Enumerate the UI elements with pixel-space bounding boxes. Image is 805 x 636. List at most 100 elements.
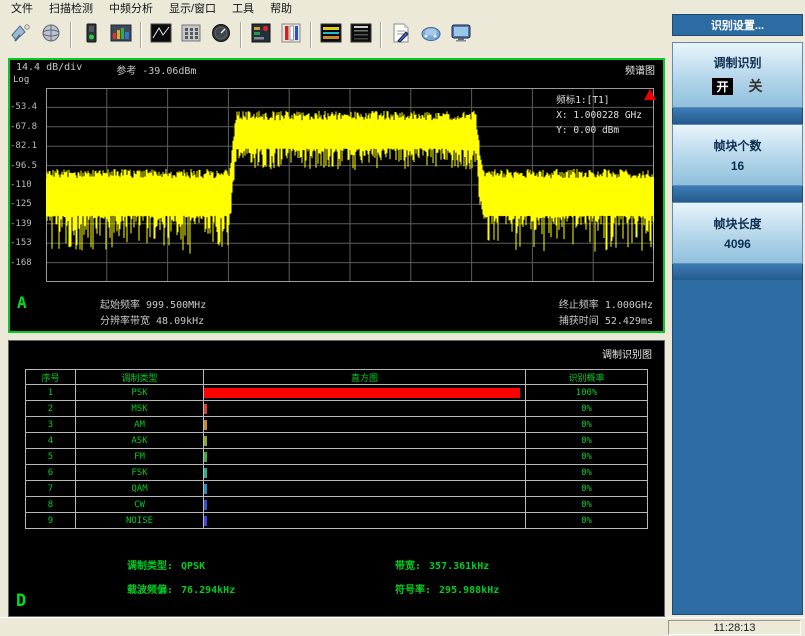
y-tick-label: -96.5 (10, 161, 42, 171)
toolbar-button-waveform[interactable] (146, 20, 176, 50)
modulation-type: MSK (76, 401, 204, 417)
y-axis-labels: -53.4-67.8-82.1-96.5-110-125-139-153-168 (10, 88, 44, 282)
sidebar-button-value: 16 (731, 159, 744, 173)
y-tick-label: -53.4 (10, 102, 42, 112)
table-row: 9 NOISE 0% (26, 513, 648, 529)
trace-a-badge: A (17, 293, 27, 312)
menu-item-3[interactable]: 显示/窗口 (162, 0, 223, 16)
level-bars-icon (280, 23, 302, 48)
row-index: 3 (26, 417, 76, 433)
probability-value: 0% (526, 465, 648, 481)
menu-item-1[interactable]: 扫描检测 (42, 0, 100, 16)
marker-label: 频标1:[T1] (556, 93, 642, 108)
log-scale-label: Log (13, 75, 29, 85)
toolbar-button-spectrum-display[interactable] (106, 20, 136, 50)
histogram-bar (204, 436, 207, 446)
toolbar-separator (140, 22, 142, 48)
histogram-cell (204, 449, 526, 465)
menu-item-2[interactable]: 中频分析 (102, 0, 160, 16)
stop-frequency-label: 终止频率 1.000GHz (559, 296, 653, 311)
summary-item: 符号率: 295.988kHz (395, 581, 645, 596)
toolbar-button-report[interactable] (386, 20, 416, 50)
statusbar: 11:28:13 (0, 617, 805, 636)
toolbar-button-level-bars[interactable] (276, 20, 306, 50)
modulation-table: 序号调制类型直方图识别概率 1 PSK 100% 2 MSK 0% 3 AM 0… (25, 369, 648, 529)
table-row: 3 AM 0% (26, 417, 648, 433)
probability-value: 100% (526, 385, 648, 401)
toolbar-button-gauge[interactable] (206, 20, 236, 50)
summary-value: 357.361kHz (429, 561, 489, 572)
toolbar-button-satellite[interactable] (6, 20, 36, 50)
toolbar-button-control-panel[interactable] (246, 20, 276, 50)
capture-time-label: 捕获时间 52.429ms (559, 312, 653, 327)
recognition-view-title: 调制识别图 (602, 346, 652, 361)
toolbar-button-network[interactable] (416, 20, 446, 50)
spectrum-panel: 14.4 dB/div 参考 -39.06dBm 频谱图 Log -53.4-6… (8, 58, 665, 333)
row-index: 8 (26, 497, 76, 513)
table-row: 2 MSK 0% (26, 401, 648, 417)
monitor-icon (450, 23, 472, 48)
histogram-bar (204, 516, 207, 526)
histogram-bar (204, 452, 207, 462)
marker-x-value: X: 1.000228 GHz (556, 108, 642, 123)
clock: 11:28:13 (668, 620, 801, 635)
sidebar-button-label: 帧块长度 (713, 215, 761, 232)
column-header: 直方图 (204, 370, 526, 385)
histogram-bar (204, 404, 207, 414)
histogram-bar (204, 484, 207, 494)
histogram-cell (204, 433, 526, 449)
probability-value: 0% (526, 513, 648, 529)
probability-value: 0% (526, 449, 648, 465)
histogram-bar (204, 420, 207, 430)
sidebar-title[interactable]: 识别设置... (672, 14, 803, 36)
summary-value: 295.988kHz (439, 585, 499, 596)
toggle-on-label: 开 (712, 78, 732, 95)
waveform-icon (150, 23, 172, 48)
summary-item: 载波频偏:76.294kHz (127, 581, 395, 596)
frequency-info-line: 起始频率 999.500MHz 终止频率 1.000GHz (100, 296, 653, 311)
toolbar-button-spectrogram[interactable] (316, 20, 346, 50)
toggle-state: 开 关 (712, 76, 762, 96)
histogram-bar (204, 468, 207, 478)
satellite-icon (10, 23, 32, 48)
modulation-recognition-toggle[interactable]: 调制识别 开 关 (672, 42, 803, 108)
spectrogram-icon (320, 23, 342, 48)
row-index: 5 (26, 449, 76, 465)
toolbar (0, 15, 672, 55)
toolbar-button-receiver[interactable] (76, 20, 106, 50)
trace-d-badge: D (16, 591, 26, 611)
rbw-label: 分辨率带宽 48.09kHz (100, 312, 204, 327)
scale-label: 14.4 dB/div (16, 62, 82, 76)
summary-label: 符号率: (395, 585, 431, 596)
y-tick-label: -153 (10, 238, 42, 248)
sidebar-button-label: 调制识别 (713, 54, 761, 71)
menu-item-4[interactable]: 工具 (225, 0, 261, 16)
column-header: 调制类型 (76, 370, 204, 385)
spectrum-view-title: 频谱图 (625, 62, 655, 76)
summary-item: 带宽:357.361kHz (395, 557, 645, 572)
histogram-cell (204, 513, 526, 529)
table-row: 1 PSK 100% (26, 385, 648, 401)
row-index: 1 (26, 385, 76, 401)
toolbar-button-waterfall[interactable] (346, 20, 376, 50)
summary-item: 调制类型:QPSK (127, 557, 395, 572)
reference-level-label: 参考 -39.06dBm (116, 62, 196, 76)
toolbar-button-keypad[interactable] (176, 20, 206, 50)
menu-item-5[interactable]: 帮助 (263, 0, 299, 16)
summary-label: 载波频偏: (127, 585, 173, 596)
toolbar-button-monitor[interactable] (446, 20, 476, 50)
spectrum-plot[interactable]: 频标1:[T1] X: 1.000228 GHz Y: 0.00 dBm (46, 88, 654, 282)
table-row: 5 FM 0% (26, 449, 648, 465)
toolbar-button-globe[interactable] (36, 20, 66, 50)
modulation-recognition-panel: 调制识别图 序号调制类型直方图识别概率 1 PSK 100% 2 MSK 0% … (8, 340, 665, 617)
frame-block-length-button[interactable]: 帧块长度4096 (672, 202, 803, 264)
menu-item-0[interactable]: 文件 (4, 0, 40, 16)
y-tick-label: -82.1 (10, 141, 42, 151)
toggle-off-label: 关 (749, 76, 763, 96)
summary-value: QPSK (181, 561, 205, 572)
marker-arrow-icon[interactable] (644, 89, 656, 100)
modulation-type: CW (76, 497, 204, 513)
frame-block-count-button[interactable]: 帧块个数16 (672, 124, 803, 186)
modulation-type: FM (76, 449, 204, 465)
spectrum-display-icon (110, 23, 132, 48)
